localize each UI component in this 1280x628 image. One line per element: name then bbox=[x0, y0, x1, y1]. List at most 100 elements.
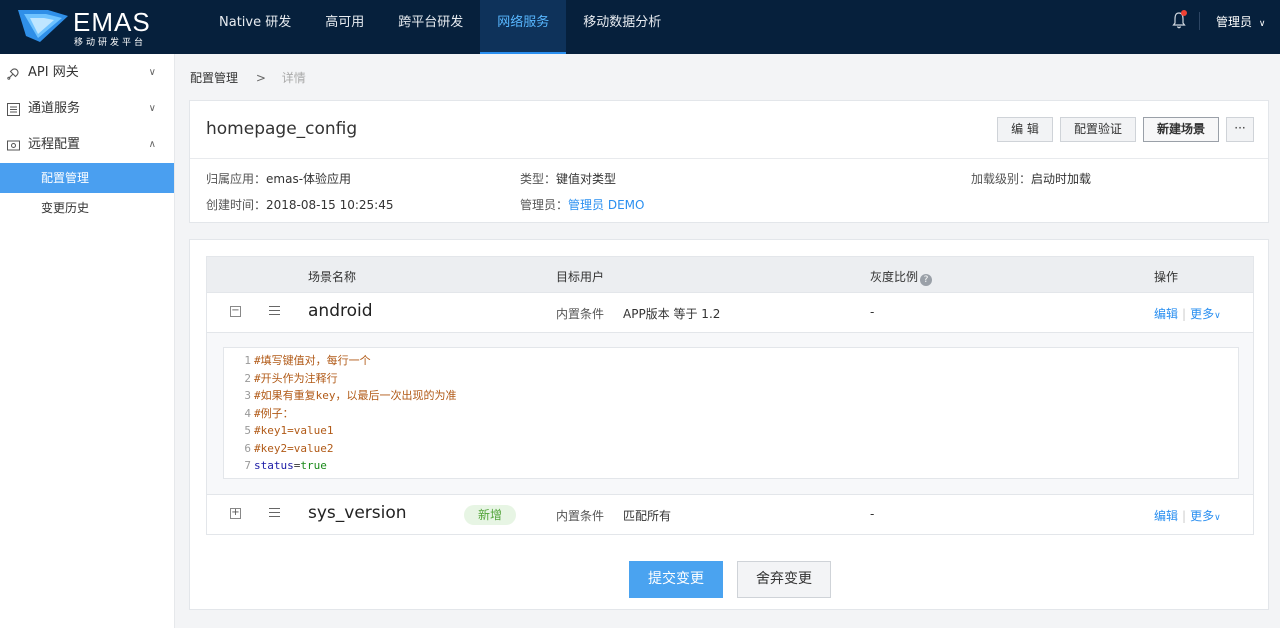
sidebar-item-label: 远程配置 bbox=[28, 137, 81, 152]
chevron-down-icon: ∨ bbox=[1214, 513, 1221, 523]
new-scene-button[interactable]: 新建场景 bbox=[1143, 117, 1219, 142]
code-line: #填写键值对，每行一个 bbox=[254, 354, 371, 367]
line-number: 3 bbox=[244, 389, 251, 402]
channel-icon bbox=[7, 103, 20, 116]
row-edit-link[interactable]: 编辑 bbox=[1154, 509, 1178, 523]
edit-button[interactable]: 编 辑 bbox=[997, 117, 1053, 142]
code-key: status bbox=[254, 459, 294, 472]
code-line: #开头作为注释行 bbox=[254, 371, 338, 385]
scenes-card: 场景名称 目标用户 灰度比例? 操作 − android 内置条件 APP版本 … bbox=[189, 239, 1269, 610]
nav-high-availability[interactable]: 高可用 bbox=[308, 0, 381, 54]
user-menu[interactable]: 管理员 ∨ bbox=[1216, 13, 1265, 30]
config-summary-card: homepage_config 编 辑 配置验证 新建场景 ··· 归属应用：e… bbox=[189, 100, 1269, 223]
sidebar-item-remote-config[interactable]: 远程配置 ∧ bbox=[0, 127, 174, 163]
meta-admin-key: 管理员： bbox=[520, 198, 569, 212]
sidebar-item-api-gateway[interactable]: API 网关 ∨ bbox=[0, 55, 174, 91]
chevron-down-icon: ∨ bbox=[1214, 311, 1221, 321]
scene-name: android bbox=[308, 301, 373, 321]
collapse-icon[interactable]: − bbox=[230, 306, 241, 317]
chevron-down-icon: ∨ bbox=[148, 67, 156, 78]
action-separator: | bbox=[1182, 307, 1187, 321]
help-icon[interactable]: ? bbox=[920, 274, 933, 286]
more-options-button[interactable]: ··· bbox=[1226, 117, 1254, 142]
row-more-link[interactable]: 更多∨ bbox=[1190, 509, 1221, 523]
code-line: #key2=value2 bbox=[254, 441, 334, 455]
line-number: 4 bbox=[244, 406, 251, 420]
header-gray-ratio: 灰度比例? bbox=[870, 268, 933, 286]
expand-icon[interactable]: + bbox=[230, 508, 241, 519]
new-badge: 新增 bbox=[464, 505, 516, 525]
nav-network-service[interactable]: 网络服务 bbox=[480, 0, 567, 54]
meta-app-value: emas-体验应用 bbox=[266, 172, 352, 186]
condition-type: 内置条件 bbox=[556, 307, 605, 321]
emas-logo[interactable]: EMAS 移动研发平台 bbox=[18, 6, 158, 48]
scenes-table: 场景名称 目标用户 灰度比例? 操作 − android 内置条件 APP版本 … bbox=[206, 256, 1254, 535]
divider bbox=[190, 158, 1268, 159]
validate-config-button[interactable]: 配置验证 bbox=[1060, 117, 1136, 142]
meta-created-key: 创建时间： bbox=[206, 198, 267, 212]
sidebar-item-config-management[interactable]: 配置管理 bbox=[0, 163, 174, 193]
header-scene-name: 场景名称 bbox=[308, 270, 357, 284]
discard-changes-button[interactable]: 舍弃变更 bbox=[737, 561, 831, 598]
breadcrumb: 配置管理 > 详情 bbox=[190, 69, 306, 86]
user-name: 管理员 bbox=[1216, 15, 1253, 29]
code-value: true bbox=[300, 459, 327, 472]
row-more-link[interactable]: 更多∨ bbox=[1190, 307, 1221, 321]
api-gateway-icon bbox=[7, 68, 19, 80]
header-operations: 操作 bbox=[1154, 270, 1179, 284]
code-content: #填写键值对，每行一个 #开头作为注释行 #如果有重复key，以最后一次出现的为… bbox=[254, 352, 457, 475]
line-number: 2 bbox=[244, 371, 251, 385]
admin-link[interactable]: 管理员 DEMO bbox=[568, 198, 644, 212]
row-more-label: 更多 bbox=[1190, 509, 1215, 523]
breadcrumb-parent[interactable]: 配置管理 bbox=[190, 71, 238, 85]
line-number: 7 bbox=[244, 459, 251, 472]
chevron-up-icon: ∧ bbox=[148, 139, 156, 150]
code-line: #例子： bbox=[254, 406, 294, 420]
brand-name: EMAS bbox=[73, 7, 151, 37]
sidebar-item-label: API 网关 bbox=[28, 65, 79, 80]
nav-mobile-analytics[interactable]: 移动数据分析 bbox=[566, 0, 678, 54]
header-gray-ratio-label: 灰度比例 bbox=[870, 270, 919, 284]
row-actions: 编辑 | 更多∨ bbox=[1154, 305, 1221, 322]
emas-logo-icon bbox=[18, 10, 68, 42]
row-actions: 编辑 | 更多∨ bbox=[1154, 507, 1221, 524]
sidebar-item-channel[interactable]: 通道服务 ∨ bbox=[0, 91, 174, 127]
table-header: 场景名称 目标用户 灰度比例? 操作 bbox=[207, 257, 1253, 292]
code-editor[interactable]: 1 2 3 4 5 6 7 #填写键值对，每行一个 #开头作为注释行 #如果有重… bbox=[223, 347, 1239, 479]
meta-admin: 管理员：管理员 DEMO bbox=[520, 196, 644, 213]
line-number: 6 bbox=[244, 441, 251, 455]
header-target-users: 目标用户 bbox=[556, 270, 605, 284]
submit-changes-button[interactable]: 提交变更 bbox=[629, 561, 723, 598]
drag-handle-icon[interactable] bbox=[269, 508, 280, 520]
top-navbar: EMAS 移动研发平台 Native 研发 高可用 跨平台研发 网络服务 移动数… bbox=[0, 0, 1280, 54]
meta-load-key: 加载级别： bbox=[971, 172, 1032, 186]
table-row: − android 内置条件 APP版本 等于 1.2 - 编辑 | 更多∨ bbox=[207, 292, 1253, 332]
gray-ratio-value: - bbox=[870, 507, 875, 521]
scene-detail-panel: 1 2 3 4 5 6 7 #填写键值对，每行一个 #开头作为注释行 #如果有重… bbox=[207, 332, 1253, 494]
code-line: #如果有重复key，以最后一次出现的为准 bbox=[254, 389, 457, 402]
gray-ratio-value: - bbox=[870, 305, 875, 319]
nav-cross-platform[interactable]: 跨平台研发 bbox=[381, 0, 480, 54]
main-nav: Native 研发 高可用 跨平台研发 网络服务 移动数据分析 bbox=[202, 0, 678, 54]
code-line: status=true bbox=[254, 457, 457, 475]
page-title: homepage_config bbox=[206, 119, 358, 139]
sidebar-item-change-history[interactable]: 变更历史 bbox=[0, 193, 174, 223]
meta-app: 归属应用：emas-体验应用 bbox=[206, 170, 351, 187]
nav-native-dev[interactable]: Native 研发 bbox=[202, 0, 308, 54]
table-row: + sys_version 新增 内置条件 匹配所有 - 编辑 | 更多∨ bbox=[207, 494, 1253, 534]
chevron-down-icon: ∨ bbox=[148, 103, 156, 114]
drag-handle-icon[interactable] bbox=[269, 306, 280, 318]
code-line: #key1=value1 bbox=[254, 424, 334, 437]
meta-app-key: 归属应用： bbox=[206, 172, 267, 186]
meta-type: 类型：键值对类型 bbox=[520, 170, 616, 187]
condition-value: 匹配所有 bbox=[623, 509, 672, 523]
chevron-right-icon: > bbox=[255, 71, 266, 85]
notification-dot bbox=[1181, 10, 1187, 16]
remote-config-icon bbox=[7, 140, 20, 151]
condition-label: 内置条件 bbox=[556, 305, 604, 322]
condition-label: 内置条件 bbox=[556, 507, 604, 524]
line-number: 5 bbox=[244, 424, 251, 437]
row-edit-link[interactable]: 编辑 bbox=[1154, 307, 1178, 321]
line-numbers: 1 2 3 4 5 6 7 bbox=[224, 352, 251, 475]
scene-name: sys_version bbox=[308, 503, 407, 523]
